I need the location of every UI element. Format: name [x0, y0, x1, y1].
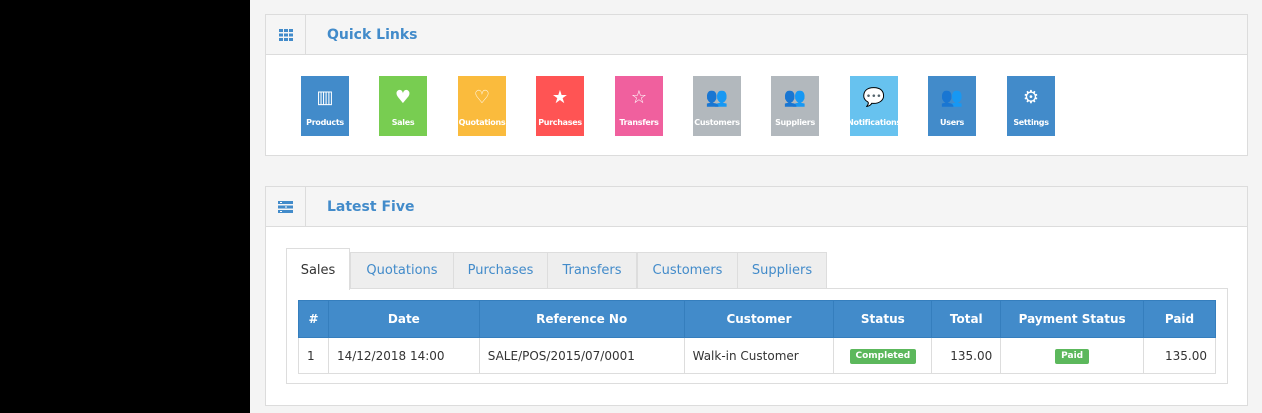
- quick-link-products[interactable]: ▥ Products: [301, 76, 349, 136]
- tab-purchases[interactable]: Purchases: [453, 252, 548, 289]
- cell-customer: Walk-in Customer: [683, 337, 835, 374]
- column-header-customer[interactable]: Customer: [683, 300, 835, 338]
- quick-link-label: Users: [940, 117, 964, 127]
- tab-quotations[interactable]: Quotations: [350, 252, 454, 289]
- quick-link-label: Customers: [694, 117, 740, 127]
- latest-five-header: Latest Five: [266, 187, 1247, 227]
- star-icon: ★: [551, 86, 569, 108]
- quick-link-sales[interactable]: ♥ Sales: [379, 76, 427, 136]
- column-header-total[interactable]: Total: [931, 300, 1002, 338]
- sales-tab-panel: # Date Reference No Customer Status Tota…: [286, 288, 1228, 384]
- quick-link-notifications[interactable]: 💬 Notifications: [850, 76, 898, 136]
- quick-link-label: Purchases: [538, 117, 582, 127]
- quick-link-transfers[interactable]: ☆ Transfers: [615, 76, 663, 136]
- table-row[interactable]: 1 14/12/2018 14:00 SALE/POS/2015/07/0001…: [298, 337, 1217, 374]
- tab-transfers[interactable]: Transfers: [547, 252, 637, 289]
- quick-link-settings[interactable]: ⚙ Settings: [1007, 76, 1055, 136]
- latest-five-title: Latest Five: [327, 199, 415, 215]
- cell-status: Completed: [833, 337, 933, 374]
- grid-icon[interactable]: [266, 15, 306, 54]
- quick-link-customers[interactable]: 👥 Customers: [693, 76, 741, 136]
- list-icon[interactable]: [266, 187, 306, 226]
- comments-icon: 💬: [862, 86, 886, 108]
- column-header-status[interactable]: Status: [833, 300, 933, 338]
- status-badge: Completed: [849, 349, 917, 364]
- quick-link-label: Settings: [1013, 117, 1049, 127]
- column-header-num[interactable]: #: [298, 300, 329, 338]
- quick-link-label: Notifications: [850, 117, 898, 127]
- quick-link-purchases[interactable]: ★ Purchases: [536, 76, 584, 136]
- table-header-row: # Date Reference No Customer Status Tota…: [298, 300, 1217, 338]
- heart-outline-icon: ♡: [473, 86, 491, 108]
- heart-icon: ♥: [394, 86, 412, 108]
- quick-link-label: Products: [306, 117, 344, 127]
- quick-link-label: Sales: [391, 117, 415, 127]
- star-outline-icon: ☆: [630, 86, 648, 108]
- latest-five-box: Latest Five Sales Quotations Purchases Tran…: [265, 186, 1248, 406]
- column-header-date[interactable]: Date: [327, 300, 480, 338]
- cell-reference: SALE/POS/2015/07/0001: [478, 337, 685, 374]
- quick-link-users[interactable]: 👥 Users: [928, 76, 976, 136]
- cell-payment-status: Paid: [1000, 337, 1144, 374]
- payment-status-badge: Paid: [1055, 349, 1090, 364]
- tab-sales[interactable]: Sales: [286, 248, 350, 290]
- quick-link-suppliers[interactable]: 👥 Suppliers: [771, 76, 819, 136]
- quick-link-label: Suppliers: [775, 117, 815, 127]
- sales-table: # Date Reference No Customer Status Tota…: [298, 300, 1217, 374]
- users-icon: 👥: [783, 86, 807, 108]
- users-icon: 👥: [705, 86, 729, 108]
- column-header-paid[interactable]: Paid: [1142, 300, 1217, 338]
- dark-side-panel: [0, 0, 250, 413]
- quick-link-label: Quotations: [458, 117, 506, 127]
- quick-links-header: Quick Links: [266, 15, 1247, 55]
- column-header-payment-status[interactable]: Payment Status: [1000, 300, 1144, 338]
- quick-links-title: Quick Links: [327, 27, 418, 43]
- users-icon: 👥: [940, 86, 964, 108]
- quick-links-box: Quick Links ▥ Products ♥ Sales ♡ Quotations ★ P…: [265, 14, 1248, 156]
- cell-num: 1: [298, 337, 329, 374]
- tab-customers[interactable]: Customers: [637, 252, 738, 289]
- cell-date: 14/12/2018 14:00: [327, 337, 480, 374]
- barcode-icon: ▥: [316, 86, 334, 108]
- cogs-icon: ⚙: [1022, 86, 1040, 108]
- quick-link-label: Transfers: [619, 117, 659, 127]
- tab-suppliers[interactable]: Suppliers: [737, 252, 827, 289]
- cell-total: 135.00: [931, 337, 1002, 374]
- cell-paid: 135.00: [1142, 337, 1217, 374]
- quick-link-quotations[interactable]: ♡ Quotations: [458, 76, 506, 136]
- column-header-reference[interactable]: Reference No: [478, 300, 685, 338]
